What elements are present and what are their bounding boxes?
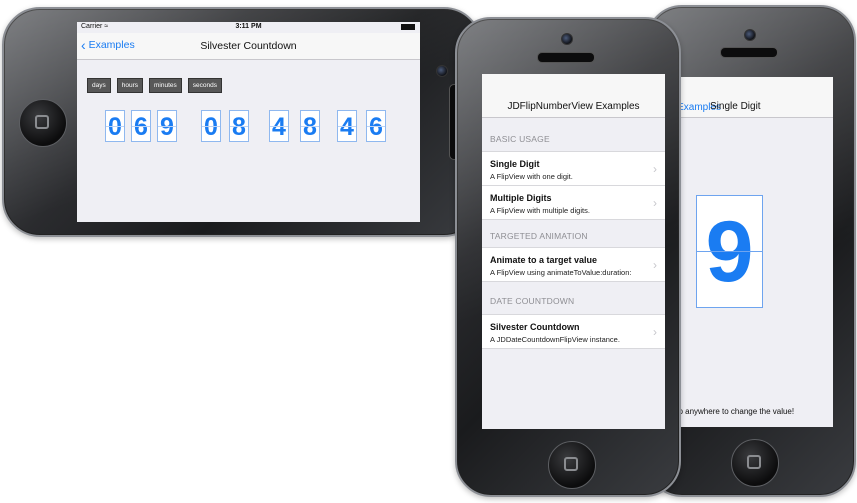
- unit-label-days: days: [87, 78, 111, 93]
- nav-bar: JDFlipNumberView Examples: [482, 74, 665, 118]
- nav-bar: ‹ Examples Silvester Countdown: [77, 33, 420, 60]
- nav-bar: ‹ Examples Single Digit: [670, 77, 833, 118]
- row-title: Animate to a target value: [490, 255, 598, 265]
- front-camera-icon: [436, 65, 448, 77]
- status-time: 3:11 PM: [235, 23, 262, 30]
- single-digit-screen[interactable]: ‹ Examples Single Digit 9 Tap anywhere t…: [670, 77, 833, 427]
- unit-label-minutes: minutes: [149, 78, 182, 93]
- speaker-grille: [720, 47, 778, 58]
- front-camera-icon: [744, 29, 756, 41]
- battery-icon: [401, 24, 415, 30]
- row-title: Single Digit: [490, 159, 540, 169]
- flip-digit: 6: [366, 110, 386, 142]
- flip-digit: 4: [337, 110, 357, 142]
- flip-digit: 0: [105, 110, 125, 142]
- phone-examples-list: JDFlipNumberView Examples BASIC USAGE Si…: [455, 17, 681, 497]
- list-row-multiple-digits[interactable]: Multiple Digits A FlipView with multiple…: [482, 185, 665, 220]
- countdown-screen: Carrier ≈ 3:11 PM ‹ Examples Silvester C…: [77, 22, 420, 222]
- phone-landscape-countdown: Carrier ≈ 3:11 PM ‹ Examples Silvester C…: [2, 7, 482, 237]
- nav-title: JDFlipNumberView Examples: [507, 101, 640, 112]
- nav-title: Single Digit: [710, 101, 761, 112]
- chevron-right-icon: ›: [653, 162, 657, 176]
- list-row-silvester-countdown[interactable]: Silvester Countdown A JDDateCountdownFli…: [482, 314, 665, 349]
- unit-label-seconds: seconds: [187, 78, 222, 93]
- flip-digit: 6: [131, 110, 151, 142]
- row-title: Silvester Countdown: [490, 322, 580, 332]
- chevron-right-icon: ›: [653, 325, 657, 339]
- row-subtitle: A FlipView with one digit.: [490, 172, 573, 181]
- home-button-icon[interactable]: [548, 441, 596, 489]
- flip-digit: 4: [269, 110, 289, 142]
- flip-digit: 9: [157, 110, 177, 142]
- list-row-single-digit[interactable]: Single Digit A FlipView with one digit. …: [482, 151, 665, 186]
- section-header-targeted-animation: TARGETED ANIMATION: [490, 231, 588, 241]
- unit-labels: days hours minutes seconds: [87, 74, 228, 93]
- examples-list-screen: JDFlipNumberView Examples BASIC USAGE Si…: [482, 74, 665, 429]
- speaker-grille: [537, 52, 595, 63]
- row-subtitle: A JDDateCountdownFlipView instance.: [490, 335, 620, 344]
- flip-digit: 8: [229, 110, 249, 142]
- section-header-basic-usage: BASIC USAGE: [490, 134, 550, 144]
- flip-digit-large[interactable]: 9: [696, 195, 763, 308]
- tap-hint: Tap anywhere to change the value!: [670, 407, 795, 416]
- status-bar: Carrier ≈ 3:11 PM: [77, 22, 420, 33]
- list-row-animate-target[interactable]: Animate to a target value A FlipView usi…: [482, 247, 665, 282]
- section-header-date-countdown: DATE COUNTDOWN: [490, 296, 575, 306]
- row-subtitle: A FlipView with multiple digits.: [490, 206, 590, 215]
- nav-title: Silvester Countdown: [200, 40, 297, 52]
- row-title: Multiple Digits: [490, 193, 552, 203]
- flip-digit: 0: [201, 110, 221, 142]
- chevron-right-icon: ›: [653, 196, 657, 210]
- home-button-icon[interactable]: [731, 439, 779, 487]
- front-camera-icon: [561, 33, 573, 45]
- flip-digit: 8: [300, 110, 320, 142]
- home-button-icon[interactable]: [19, 99, 67, 147]
- chevron-right-icon: ›: [653, 258, 657, 272]
- unit-label-hours: hours: [116, 78, 143, 93]
- row-subtitle: A FlipView using animateToValue:duration…: [490, 268, 632, 277]
